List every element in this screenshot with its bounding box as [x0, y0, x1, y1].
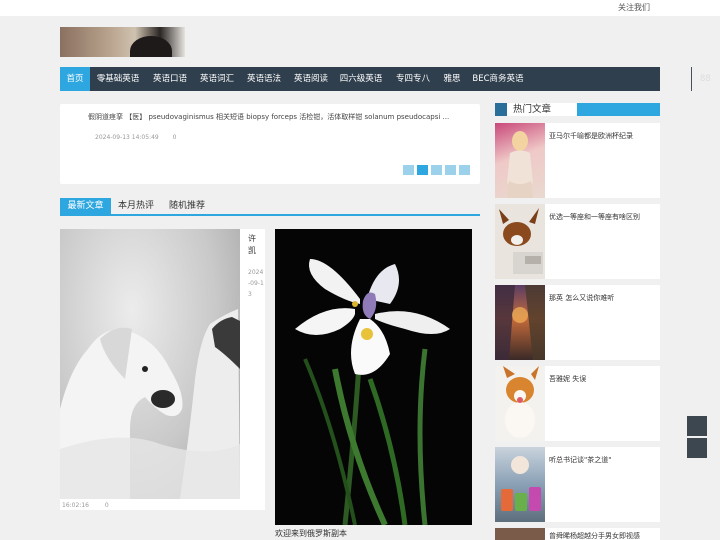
post-meta: 16:02:16 0 — [62, 502, 123, 509]
slider-dot[interactable] — [445, 165, 456, 175]
post-title[interactable]: 许凯 — [248, 233, 262, 257]
headline-slider: 假阴道痉挛 【医】 pseudovaginismus 相关短语 biopsy f… — [60, 104, 480, 184]
share-float-button[interactable] — [687, 416, 707, 436]
tab-latest[interactable]: 最新文章 — [60, 198, 111, 214]
nav-item-reading[interactable]: 英语阅读 — [289, 67, 333, 91]
sidebar-heading: 热门文章 — [495, 103, 660, 116]
hot-article-thumbnail[interactable] — [495, 123, 545, 198]
dog-image — [499, 208, 543, 274]
horses-image — [60, 309, 240, 499]
post-time: 16:02:16 — [62, 502, 89, 509]
post-thumbnail[interactable] — [60, 229, 240, 499]
hot-article-thumbnail[interactable] — [495, 204, 545, 279]
nav-divider — [691, 67, 692, 91]
hot-article-thumbnail[interactable] — [495, 447, 545, 522]
sidebar-heading-label: 热门文章 — [507, 103, 577, 116]
logo-figure — [130, 36, 172, 57]
corgi-image — [503, 366, 539, 438]
hot-article-thumbnail[interactable] — [495, 528, 545, 540]
nav-more-button[interactable]: 88 — [700, 67, 711, 91]
nav-item-bec[interactable]: BEC商务英语 — [470, 67, 526, 91]
nav-item-beginner-english[interactable]: 零基础英语 — [92, 67, 144, 91]
heading-marker — [495, 103, 507, 116]
site-logo[interactable] — [60, 27, 185, 57]
slider-count: 0 — [172, 134, 177, 141]
post-card[interactable]: 欢迎来到俄罗斯副本 — [275, 229, 480, 540]
tea-drinks-image — [501, 456, 541, 511]
hot-article-item[interactable]: 曾舜晞杨超越分手男女即视感 — [495, 528, 660, 540]
follow-us-link[interactable]: 关注我们 — [618, 2, 650, 13]
hot-article-item[interactable]: 优选一等座和一等座有啥区别 — [495, 204, 660, 279]
article-tabs: 最新文章 本月热评 随机推荐 — [60, 198, 480, 216]
nav-item-grammar[interactable]: 英语语法 — [242, 67, 286, 91]
portrait-image — [507, 131, 533, 198]
hot-article-item[interactable]: 听总书记谈"茶之道" — [495, 447, 660, 522]
hot-article-title[interactable]: 曾舜晞杨超越分手男女即视感 — [549, 531, 659, 540]
slider-dot-active[interactable] — [417, 165, 428, 175]
nav-item-vocabulary[interactable]: 英语词汇 — [195, 67, 239, 91]
slider-date: 2024-09-13 14:05:49 — [95, 134, 159, 141]
nav-item-ielts[interactable]: 雅思 — [439, 67, 465, 91]
nav-item-home[interactable]: 首页 — [60, 67, 90, 91]
post-comment-count: 0 — [104, 502, 109, 509]
iris-flower-image — [295, 259, 450, 525]
slider-dot[interactable] — [459, 165, 470, 175]
post-title[interactable]: 欢迎来到俄罗斯副本 — [275, 528, 347, 539]
hot-article-title[interactable]: 听总书记谈"茶之道" — [549, 455, 659, 465]
nav-item-cet[interactable]: 四六级英语 — [336, 67, 386, 91]
hot-article-title[interactable]: 亚马尔千喻都是欧洲杯纪录 — [549, 131, 659, 141]
hot-article-item[interactable]: 吾雅妮 失误 — [495, 366, 660, 441]
hot-article-thumbnail[interactable] — [495, 285, 545, 360]
slider-text[interactable]: 假阴道痉挛 【医】 pseudovaginismus 相关短语 biopsy f… — [88, 112, 468, 122]
hot-article-item[interactable]: 亚马尔千喻都是欧洲杯纪录 — [495, 123, 660, 198]
post-card[interactable]: 许凯 2024-09-13 16:02:16 0 — [60, 229, 265, 510]
nav-item-tem[interactable]: 专四专八 — [391, 67, 435, 91]
hot-article-title[interactable]: 那英 怎么又说你难听 — [549, 293, 659, 303]
street-image — [495, 285, 545, 360]
hot-article-thumbnail[interactable] — [495, 366, 545, 441]
slider-dot[interactable] — [431, 165, 442, 175]
hot-article-title[interactable]: 吾雅妮 失误 — [549, 374, 659, 384]
slider-dot[interactable] — [403, 165, 414, 175]
nav-item-spoken-english[interactable]: 英语口语 — [148, 67, 192, 91]
post-date: 2024-09-13 — [248, 269, 264, 298]
top-bar: 关注我们 — [0, 0, 720, 16]
hot-article-title[interactable]: 优选一等座和一等座有啥区别 — [549, 212, 659, 222]
hot-article-item[interactable]: 那英 怎么又说你难听 — [495, 285, 660, 360]
tab-monthly-hot[interactable]: 本月热评 — [113, 198, 159, 214]
slider-meta: 2024-09-13 14:05:49 0 — [95, 134, 188, 141]
tab-random[interactable]: 随机推荐 — [164, 198, 210, 214]
post-thumbnail[interactable] — [275, 229, 472, 525]
main-nav: 首页 零基础英语 英语口语 英语词汇 英语语法 英语阅读 四六级英语 专四专八 … — [60, 67, 711, 91]
back-to-top-button[interactable] — [687, 438, 707, 458]
